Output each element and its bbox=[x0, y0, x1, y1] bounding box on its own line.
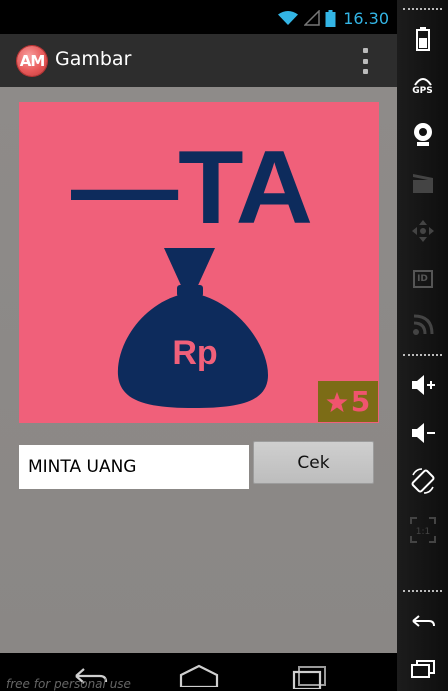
gps-icon[interactable]: GPS bbox=[397, 73, 448, 99]
overflow-dot bbox=[362, 69, 368, 74]
check-button[interactable]: Cek bbox=[253, 441, 374, 484]
overflow-dot bbox=[362, 48, 368, 53]
money-bag-icon bbox=[117, 248, 268, 408]
status-bar: 16.30 bbox=[0, 0, 397, 34]
watermark: free for personal use bbox=[6, 677, 131, 691]
battery-icon bbox=[325, 9, 336, 27]
volume-down-icon[interactable] bbox=[397, 420, 448, 446]
camera-icon[interactable] bbox=[397, 120, 448, 148]
status-time: 16.30 bbox=[343, 8, 389, 28]
wifi-icon bbox=[278, 11, 299, 25]
level-badge: 5 bbox=[318, 381, 378, 422]
home-icon[interactable] bbox=[178, 663, 220, 687]
puzzle-illustration: —TA Rp bbox=[71, 130, 313, 408]
dpad-icon[interactable] bbox=[397, 218, 448, 244]
puzzle-image: —TA Rp 5 bbox=[19, 102, 379, 423]
rotate-icon[interactable] bbox=[397, 466, 448, 496]
overflow-menu-icon[interactable] bbox=[356, 46, 374, 76]
status-icons: 16.30 bbox=[277, 8, 389, 28]
panel-divider bbox=[403, 590, 442, 592]
battery-icon[interactable] bbox=[397, 26, 448, 52]
back-icon[interactable] bbox=[397, 608, 448, 634]
panel-divider bbox=[403, 8, 442, 10]
scale-label: 1:1 bbox=[415, 527, 429, 537]
id-label: ID bbox=[412, 270, 433, 288]
gps-label: GPS bbox=[412, 86, 433, 96]
level-number: 5 bbox=[350, 384, 371, 418]
app-title: Gambar bbox=[55, 48, 132, 70]
money-bag-label: Rp bbox=[172, 334, 217, 372]
recents-icon[interactable] bbox=[397, 656, 448, 682]
recents-icon[interactable] bbox=[290, 663, 330, 689]
main-content: —TA Rp 5 Cek bbox=[0, 87, 397, 653]
volume-up-icon[interactable] bbox=[397, 372, 448, 398]
navigation-bar: free for personal use bbox=[0, 653, 397, 691]
overflow-dot bbox=[362, 58, 368, 64]
app-logo-icon[interactable]: AM bbox=[17, 46, 47, 76]
panel-divider bbox=[403, 354, 442, 356]
emulator-panel: GPS ID 1:1 bbox=[397, 0, 448, 691]
device-screen: 16.30 AM Gambar —TA Rp 5 MINTA UANG Cek … bbox=[0, 0, 397, 691]
id-icon[interactable]: ID bbox=[397, 266, 448, 292]
puzzle-text: —TA bbox=[71, 130, 313, 246]
answer-input[interactable] bbox=[19, 445, 249, 489]
signal-icon bbox=[304, 10, 320, 26]
action-bar: AM Gambar bbox=[0, 34, 397, 87]
app-logo-text: AM bbox=[19, 52, 46, 70]
star-icon bbox=[326, 391, 348, 412]
scale-icon[interactable]: 1:1 bbox=[397, 515, 448, 545]
video-icon[interactable] bbox=[397, 170, 448, 196]
network-icon[interactable] bbox=[397, 312, 448, 338]
